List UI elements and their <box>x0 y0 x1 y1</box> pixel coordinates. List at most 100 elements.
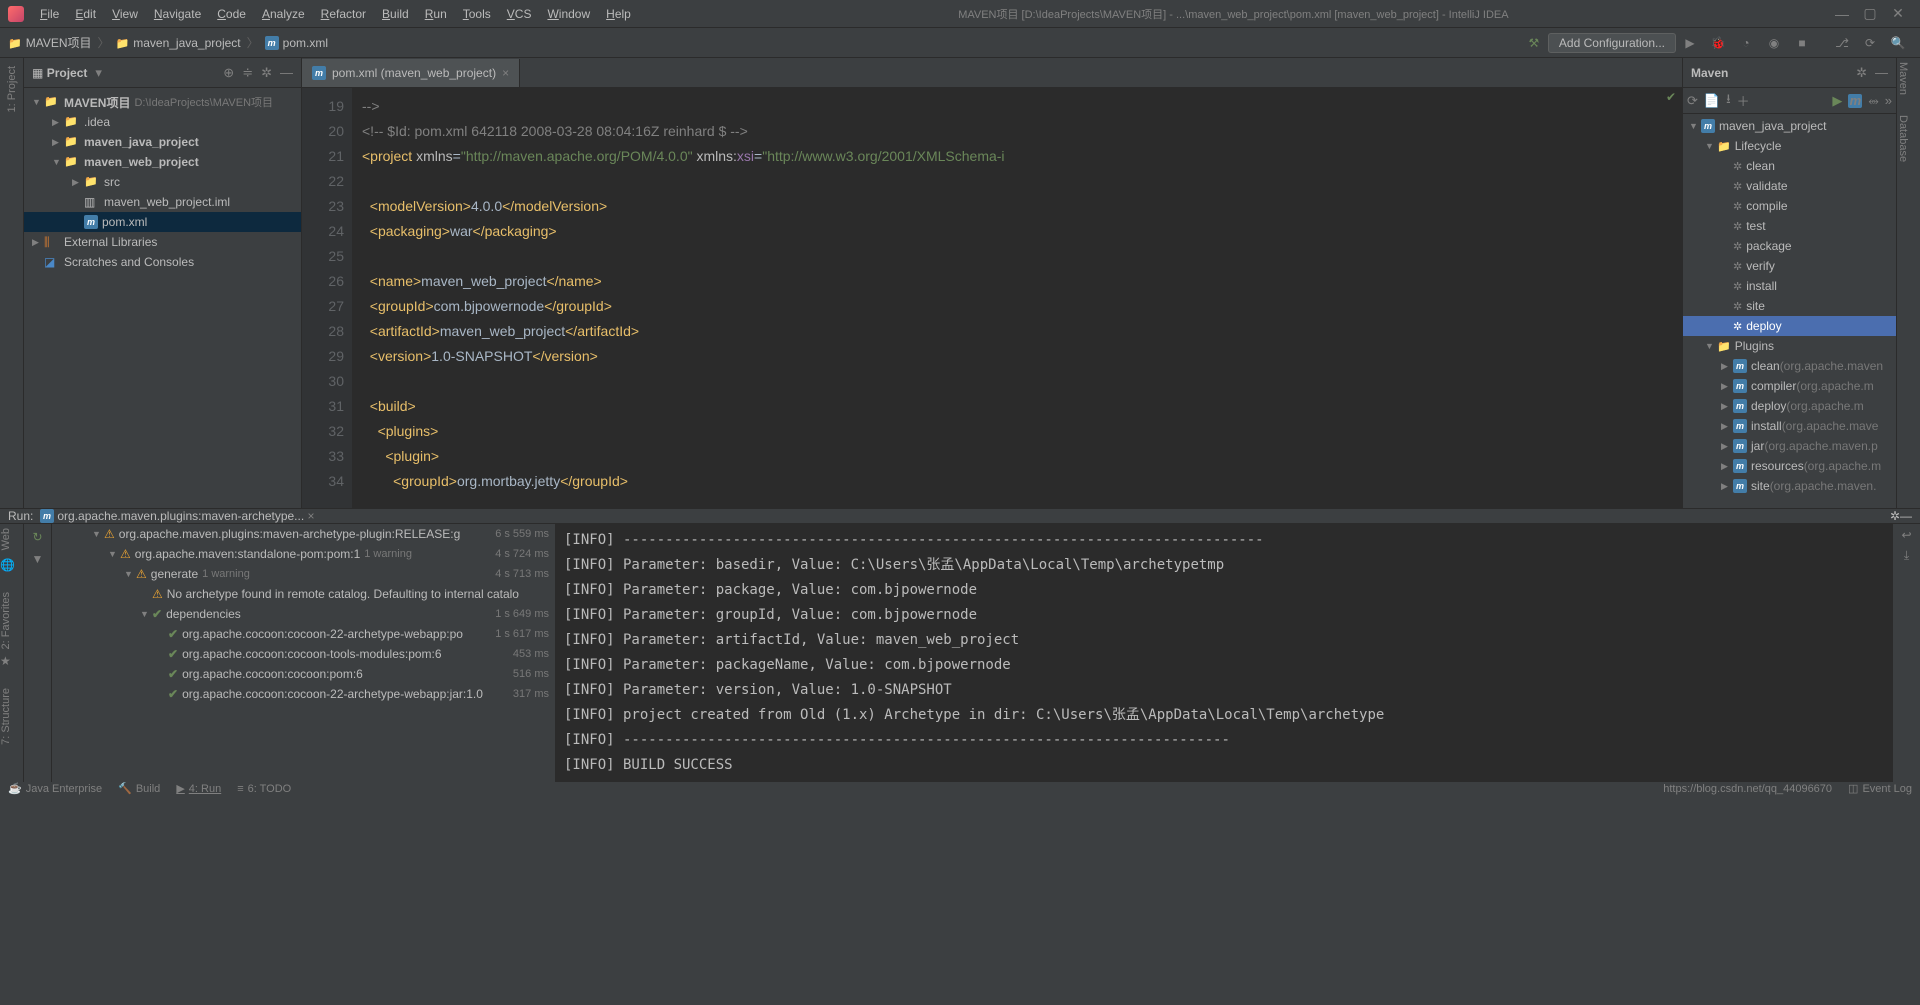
hide-icon[interactable]: — <box>280 65 293 80</box>
update-icon[interactable]: ⟳ <box>1858 31 1882 55</box>
collapse-icon[interactable]: ▼ <box>32 552 44 566</box>
search-icon[interactable]: 🔍 <box>1886 31 1910 55</box>
menu-navigate[interactable]: Navigate <box>146 7 209 21</box>
run-node[interactable]: ▼⚠generate1 warning4 s 713 ms <box>52 564 555 584</box>
code-content[interactable]: --> <!-- $Id: pom.xml 642118 2008-03-28 … <box>352 88 1682 508</box>
maven-node-site[interactable]: ▶site (org.apache.maven. <box>1683 476 1896 496</box>
maven-node-install[interactable]: ▶install (org.apache.mave <box>1683 416 1896 436</box>
menu-edit[interactable]: Edit <box>67 7 104 21</box>
profile-icon[interactable]: ◉ <box>1762 31 1786 55</box>
project-tree[interactable]: ▼MAVEN项目D:\IdeaProjects\MAVEN项目 ▶.idea ▶… <box>24 88 301 276</box>
maven-node-package[interactable]: ✲package <box>1683 236 1896 256</box>
menu-vcs[interactable]: VCS <box>499 7 540 21</box>
menu-analyze[interactable]: Analyze <box>254 7 313 21</box>
menu-build[interactable]: Build <box>374 7 417 21</box>
gear-icon[interactable]: ✲ <box>261 65 272 81</box>
hammer-icon[interactable]: ⚒ <box>1522 31 1546 55</box>
close-button[interactable]: ✕ <box>1884 5 1912 22</box>
hide-icon[interactable]: — <box>1875 65 1888 80</box>
run-icon[interactable]: ▶ <box>1832 93 1842 109</box>
maven-node-deploy[interactable]: ▶deploy (org.apache.m <box>1683 396 1896 416</box>
run-icon[interactable]: ▶ <box>1678 31 1702 55</box>
reimport-icon[interactable]: ⟳ <box>1687 93 1698 109</box>
stop-icon[interactable]: ■ <box>1790 31 1814 55</box>
download-icon[interactable]: ⭳ <box>1726 90 1731 112</box>
maven-node-resources[interactable]: ▶resources (org.apache.m <box>1683 456 1896 476</box>
rerun-icon[interactable]: ↻ <box>32 530 42 544</box>
sidebar-tab-database[interactable]: Database <box>1897 115 1909 162</box>
line-gutter: 19202122232425262728293031323334 <box>302 88 352 508</box>
maven-node-compiler[interactable]: ▶compiler (org.apache.m <box>1683 376 1896 396</box>
menu-help[interactable]: Help <box>598 7 639 21</box>
generate-icon[interactable]: 📄 <box>1704 93 1720 109</box>
code-editor[interactable]: 19202122232425262728293031323334 --> <!-… <box>302 88 1682 508</box>
run-node[interactable]: ▼⚠org.apache.maven:standalone-pom:pom:11… <box>52 544 555 564</box>
run-node[interactable]: ✔org.apache.cocoon:cocoon-tools-modules:… <box>52 644 555 664</box>
scroll-end-icon[interactable]: ⤓ <box>1904 548 1909 563</box>
maven-node-compile[interactable]: ✲compile <box>1683 196 1896 216</box>
sb-java-enterprise[interactable]: ☕ Java Enterprise <box>8 782 102 795</box>
star-icon[interactable]: ★ <box>0 654 23 668</box>
sb-event-log[interactable]: ◫ Event Log <box>1848 782 1912 795</box>
sidebar-tab-favorites[interactable]: 2: Favorites <box>0 592 12 649</box>
maven-node-maven_java_project[interactable]: ▼maven_java_project <box>1683 116 1896 136</box>
coverage-icon[interactable]: ◔ <box>1734 31 1758 55</box>
soft-wrap-icon[interactable]: ↩ <box>1901 528 1911 542</box>
maven-tree[interactable]: ▼maven_java_project▼Lifecycle✲clean✲vali… <box>1683 114 1896 508</box>
run-node[interactable]: ✔org.apache.cocoon:cocoon:pom:6516 ms <box>52 664 555 684</box>
expand-icon[interactable]: » <box>1885 93 1892 108</box>
run-node[interactable]: ✔org.apache.cocoon:cocoon-22-archetype-w… <box>52 684 555 704</box>
menu-code[interactable]: Code <box>209 7 254 21</box>
menu-refactor[interactable]: Refactor <box>313 7 374 21</box>
sidebar-tab-structure[interactable]: 7: Structure <box>0 688 12 745</box>
run-node[interactable]: ▼✔dependencies1 s 649 ms <box>52 604 555 624</box>
run-config-button[interactable]: Add Configuration... <box>1548 33 1676 53</box>
menu-view[interactable]: View <box>104 7 146 21</box>
sb-build[interactable]: 🔨 Build <box>118 782 160 795</box>
vcs-icon[interactable]: ⎇ <box>1830 31 1854 55</box>
sidebar-tab-web[interactable]: Web <box>0 528 12 550</box>
gear-icon[interactable]: ✲ <box>1856 65 1867 81</box>
maven-icon[interactable] <box>1848 94 1862 108</box>
maven-node-clean[interactable]: ✲clean <box>1683 156 1896 176</box>
divide-icon[interactable]: ≑ <box>242 65 253 81</box>
maven-node-verify[interactable]: ✲verify <box>1683 256 1896 276</box>
run-tree[interactable]: ▼⚠org.apache.maven.plugins:maven-archety… <box>52 524 556 782</box>
maven-node-install[interactable]: ✲install <box>1683 276 1896 296</box>
menu-window[interactable]: Window <box>539 7 598 21</box>
sidebar-tab-project[interactable]: 1: Project <box>6 66 18 112</box>
close-run-tab-icon[interactable]: × <box>308 509 315 523</box>
sidebar-tab-maven[interactable]: Maven <box>1897 62 1909 95</box>
debug-icon[interactable]: 🐞 <box>1706 31 1730 55</box>
run-node[interactable]: ⚠No archetype found in remote catalog. D… <box>52 584 555 604</box>
maven-node-Lifecycle[interactable]: ▼Lifecycle <box>1683 136 1896 156</box>
breadcrumb[interactable]: MAVEN项目 〉 maven_java_project 〉 pom.xml <box>8 34 328 51</box>
sb-run[interactable]: ▶ 4: Run <box>176 782 221 795</box>
menu-run[interactable]: Run <box>417 7 455 21</box>
maven-node-Plugins[interactable]: ▼Plugins <box>1683 336 1896 356</box>
maven-node-site[interactable]: ✲site <box>1683 296 1896 316</box>
console-output[interactable]: [INFO] ---------------------------------… <box>556 524 1892 782</box>
run-node[interactable]: ▼⚠org.apache.maven.plugins:maven-archety… <box>52 524 555 544</box>
add-icon[interactable]: ＋ <box>1737 91 1750 110</box>
editor-tab[interactable]: pom.xml (maven_web_project) × <box>302 59 520 87</box>
maven-node-clean[interactable]: ▶clean (org.apache.maven <box>1683 356 1896 376</box>
close-tab-icon[interactable]: × <box>502 66 509 80</box>
run-node[interactable]: ✔org.apache.cocoon:cocoon-22-archetype-w… <box>52 624 555 644</box>
hide-icon[interactable]: — <box>1900 509 1912 523</box>
menu-tools[interactable]: Tools <box>455 7 499 21</box>
globe-icon[interactable]: 🌐 <box>0 558 23 572</box>
maximize-button[interactable]: ▢ <box>1856 5 1884 22</box>
maven-node-validate[interactable]: ✲validate <box>1683 176 1896 196</box>
minimize-button[interactable]: — <box>1828 6 1856 22</box>
gear-icon[interactable]: ✲ <box>1890 509 1900 523</box>
menu-file[interactable]: File <box>32 7 67 21</box>
toggle-icon[interactable]: ⥈ <box>1868 93 1878 109</box>
chevron-down-icon[interactable]: ▾ <box>95 65 102 81</box>
maven-node-test[interactable]: ✲test <box>1683 216 1896 236</box>
maven-node-jar[interactable]: ▶jar (org.apache.maven.p <box>1683 436 1896 456</box>
breadcrumb-root: MAVEN项目 <box>26 34 92 51</box>
maven-node-deploy[interactable]: ✲deploy <box>1683 316 1896 336</box>
sb-todo[interactable]: ≡ 6: TODO <box>237 783 291 795</box>
target-icon[interactable]: ⊕ <box>223 65 234 81</box>
